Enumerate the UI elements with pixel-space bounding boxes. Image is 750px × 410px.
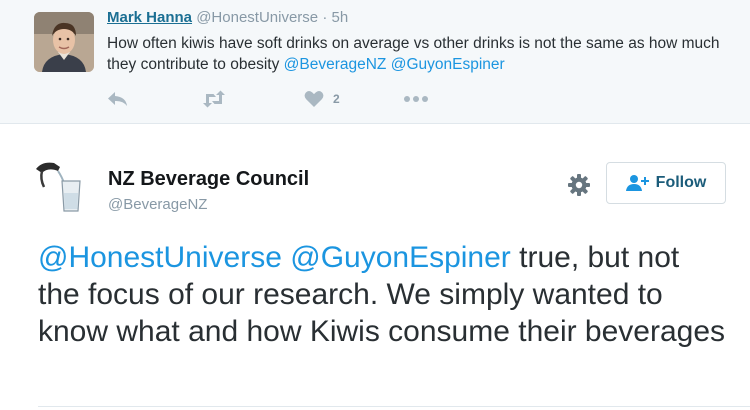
reply-button[interactable] bbox=[107, 88, 129, 110]
main-author-name[interactable]: NZ Beverage Council bbox=[108, 168, 309, 191]
mention-guyonespiner[interactable]: @GuyonEspiner bbox=[391, 56, 505, 73]
main-author-handle[interactable]: @BeverageNZ bbox=[108, 196, 207, 213]
gear-icon bbox=[568, 174, 590, 196]
main-tweet-text: @HonestUniverse @GuyonEspiner true, but … bbox=[38, 239, 728, 350]
retweet-icon bbox=[203, 90, 225, 108]
mention-honestuniverse[interactable]: @HonestUniverse bbox=[38, 241, 282, 274]
follow-button[interactable]: Follow bbox=[606, 162, 726, 204]
retweet-button[interactable] bbox=[201, 88, 227, 110]
reply-icon bbox=[108, 92, 127, 106]
parent-timestamp[interactable]: 5h bbox=[332, 9, 349, 26]
settings-button[interactable] bbox=[566, 172, 592, 198]
parent-tweet: Mark Hanna @HonestUniverse · 5h How ofte… bbox=[0, 0, 750, 124]
beverage-pour-logo bbox=[34, 157, 94, 217]
header-separator: · bbox=[322, 9, 328, 26]
parent-tweet-text: How often kiwis have soft drinks on aver… bbox=[107, 33, 737, 75]
parent-avatar[interactable] bbox=[34, 12, 94, 72]
tweet-actions: 2 bbox=[107, 88, 507, 110]
follow-label: Follow bbox=[655, 174, 707, 191]
more-icon bbox=[404, 96, 428, 102]
mention-guyonespiner[interactable]: @GuyonEspiner bbox=[290, 241, 511, 274]
divider bbox=[38, 406, 750, 407]
parent-author-handle[interactable]: @HonestUniverse bbox=[196, 9, 318, 26]
like-button[interactable]: 2 bbox=[304, 88, 340, 110]
parent-header: Mark Hanna @HonestUniverse · 5h bbox=[107, 9, 348, 27]
avatar-photo bbox=[34, 12, 94, 72]
main-avatar[interactable] bbox=[34, 157, 94, 217]
heart-icon bbox=[304, 91, 324, 107]
add-person-icon bbox=[625, 175, 649, 191]
like-count: 2 bbox=[333, 92, 340, 106]
parent-author-name[interactable]: Mark Hanna bbox=[107, 9, 192, 26]
more-button[interactable] bbox=[403, 88, 429, 110]
mention-beveragenz[interactable]: @BeverageNZ bbox=[284, 56, 387, 73]
